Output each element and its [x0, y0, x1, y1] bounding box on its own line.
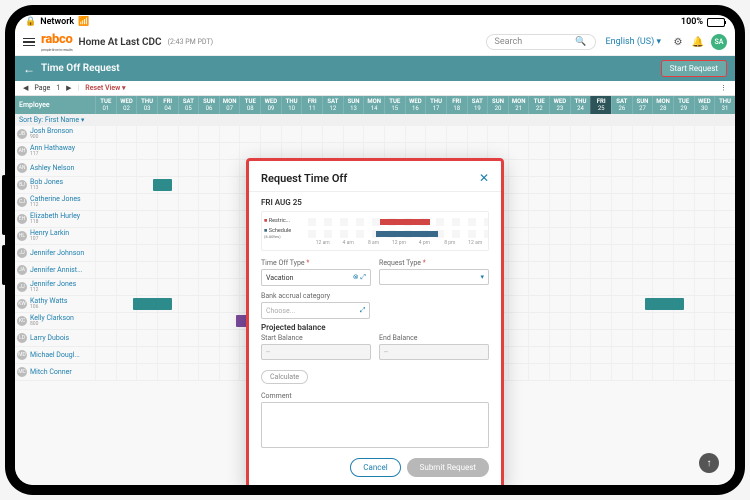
employee-column-header: Employee — [15, 96, 95, 114]
app-bar: rabco people time in results Home At Las… — [15, 29, 735, 56]
day-header[interactable]: FRI04 — [157, 96, 178, 114]
reset-view[interactable]: Reset View ▾ — [85, 84, 125, 92]
day-header[interactable]: SAT26 — [611, 96, 632, 114]
request-time-off-modal: Request Time Off ✕ FRI AUG 25 ■ Restric.… — [246, 158, 504, 485]
prev-page-icon[interactable]: ◀ — [23, 84, 28, 92]
battery-level: 100% — [681, 17, 703, 27]
brand-logo: rabco people time in results — [41, 32, 73, 52]
day-header[interactable]: WED16 — [405, 96, 426, 114]
day-header[interactable]: WED30 — [694, 96, 715, 114]
day-header[interactable]: WED02 — [116, 96, 137, 114]
mini-timeline: ■ Restric... ■ Schedule(8.00hrs) 12 am4 … — [261, 211, 489, 251]
schedule-grid: Employee TUE01WED02THU03FRI04SAT05SUN06M… — [15, 96, 735, 485]
time-off-type-select[interactable]: Vacation⊗ ⤢ — [261, 269, 371, 286]
screen: 🔒 Network 📶 100% rabco people time in re… — [15, 15, 735, 485]
bell-icon[interactable]: 🔔 — [691, 35, 705, 49]
day-header[interactable]: SAT19 — [467, 96, 488, 114]
day-header[interactable]: TUE08 — [239, 96, 260, 114]
end-balance-label: End Balance — [379, 334, 489, 342]
page-header: ← Time Off Request Start Request — [15, 56, 735, 81]
status-bar: 🔒 Network 📶 100% — [15, 15, 735, 29]
tablet-frame: 🔒 Network 📶 100% rabco people time in re… — [5, 5, 745, 495]
network-label: Network — [40, 17, 74, 27]
day-header[interactable]: TUE15 — [384, 96, 405, 114]
request-type-select[interactable]: ▾ — [379, 269, 489, 285]
comment-label: Comment — [261, 392, 489, 400]
time-off-type-label: Time Off Type — [261, 259, 371, 267]
day-header[interactable]: THU03 — [136, 96, 157, 114]
battery-icon — [707, 18, 725, 27]
modal-date: FRI AUG 25 — [261, 198, 489, 207]
day-header[interactable]: TUE22 — [528, 96, 549, 114]
modal-title: Request Time Off ✕ — [261, 171, 489, 185]
day-header[interactable]: FRI25 — [590, 96, 611, 114]
day-header[interactable]: MON07 — [219, 96, 240, 114]
sort-bar[interactable]: Sort By: First Name ▾ — [15, 114, 735, 126]
day-header[interactable]: WED09 — [260, 96, 281, 114]
cancel-button[interactable]: Cancel — [350, 458, 400, 477]
day-header[interactable]: MON21 — [508, 96, 529, 114]
clock-label: (2:43 PM PDT) — [168, 38, 213, 46]
calculate-button[interactable]: Calculate — [261, 370, 308, 384]
day-header[interactable]: SUN06 — [198, 96, 219, 114]
lock-icon: 🔒 — [25, 17, 36, 27]
projected-balance-title: Projected balance — [261, 323, 489, 332]
request-type-label: Request Type — [379, 259, 489, 267]
day-header[interactable]: TUE29 — [673, 96, 694, 114]
page-label: Page — [34, 84, 50, 92]
gear-icon[interactable]: ⚙ — [671, 35, 685, 49]
day-header[interactable]: SUN27 — [632, 96, 653, 114]
day-header[interactable]: MON28 — [652, 96, 673, 114]
page-title: Time Off Request — [41, 63, 655, 74]
day-header[interactable]: WED23 — [549, 96, 570, 114]
day-header[interactable]: THU17 — [425, 96, 446, 114]
start-balance-label: Start Balance — [261, 334, 371, 342]
start-request-button[interactable]: Start Request — [661, 60, 727, 77]
search-icon: 🔍 — [575, 37, 586, 47]
hamburger-menu[interactable] — [23, 38, 35, 47]
scroll-top-fab[interactable]: ↑ — [699, 453, 719, 473]
global-search[interactable]: Search 🔍 — [486, 34, 596, 50]
filter-icon[interactable]: ⋮ — [720, 84, 727, 92]
day-header[interactable]: SAT05 — [178, 96, 199, 114]
next-page-icon[interactable]: ▶ — [66, 84, 71, 92]
day-header[interactable]: SAT12 — [322, 96, 343, 114]
bank-accrual-select[interactable]: Choose...⤢ — [261, 302, 370, 319]
start-balance-value: -- — [261, 344, 371, 360]
day-header[interactable]: FRI18 — [446, 96, 467, 114]
back-arrow-icon[interactable]: ← — [23, 62, 35, 76]
search-placeholder: Search — [495, 37, 576, 47]
bank-accrual-label: Bank accrual category — [261, 292, 370, 300]
day-header[interactable]: TUE01 — [95, 96, 116, 114]
close-icon[interactable]: ✕ — [479, 171, 489, 185]
day-header[interactable]: SUN20 — [487, 96, 508, 114]
employee-row[interactable]: JBJosh Bronson900 — [15, 126, 735, 143]
day-header[interactable]: THU24 — [570, 96, 591, 114]
user-avatar[interactable]: SA — [711, 34, 727, 50]
day-header[interactable]: SUN13 — [343, 96, 364, 114]
page-number: 1 — [56, 84, 60, 92]
wifi-icon: 📶 — [78, 17, 89, 27]
toolbar: ◀ Page 1 ▶ | Reset View ▾ ⋮ — [15, 81, 735, 96]
language-selector[interactable]: English (US) ▾ — [606, 37, 662, 47]
submit-request-button[interactable]: Submit Request — [407, 458, 489, 477]
day-header[interactable]: MON14 — [363, 96, 384, 114]
end-balance-value: -- — [379, 344, 489, 360]
location-name[interactable]: Home At Last CDC — [79, 37, 162, 48]
day-header[interactable]: THU31 — [714, 96, 735, 114]
day-header[interactable]: FRI11 — [301, 96, 322, 114]
comment-textarea[interactable] — [261, 402, 489, 448]
day-header[interactable]: THU10 — [281, 96, 302, 114]
